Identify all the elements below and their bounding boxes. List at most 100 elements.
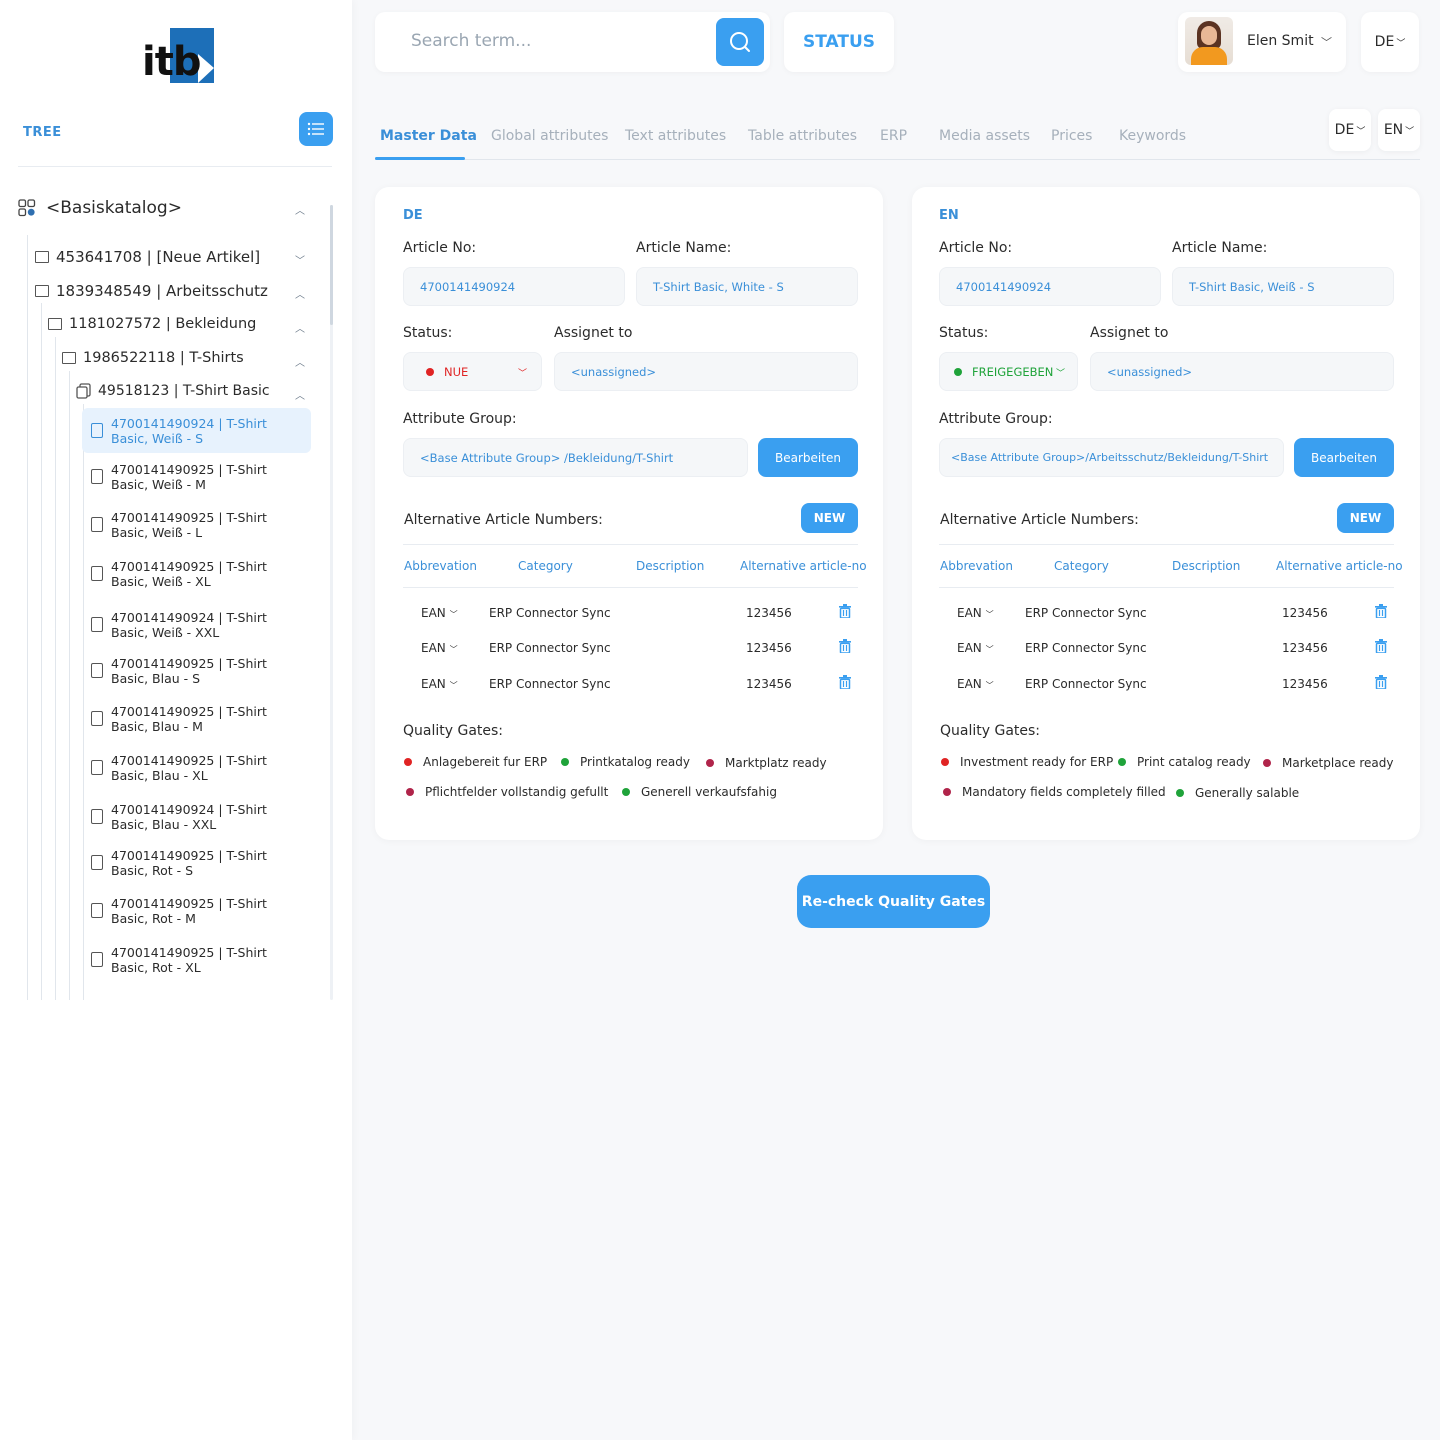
tab-master-data[interactable]: Master Data xyxy=(380,128,477,144)
user-menu[interactable]: Elen Smit ﹀ xyxy=(1178,12,1346,72)
column-header[interactable]: Description xyxy=(636,559,704,573)
status-dot xyxy=(954,367,962,376)
column-header[interactable]: Category xyxy=(518,559,573,573)
tree-leaf-item[interactable]: 4700141490925 | T-Shirt Basic, Blau - XL xyxy=(82,753,311,783)
file-icon xyxy=(91,617,103,632)
tree-root-basiskatalog[interactable]: <Basiskatalog> xyxy=(18,196,308,220)
edit-button[interactable]: Bearbeiten xyxy=(1294,438,1394,477)
tab-media-assets[interactable]: Media assets xyxy=(939,128,1030,144)
tree-node[interactable]: 1839348549 | Arbeitsschutz xyxy=(35,282,268,300)
quality-gate: Printkatalog ready xyxy=(561,755,690,769)
category-cell: ERP Connector Sync xyxy=(489,641,611,655)
tree-scrollbar-thumb[interactable] xyxy=(330,205,333,325)
tree-view-toggle-button[interactable] xyxy=(299,112,333,146)
alt-article-no-cell: 123456 xyxy=(1282,677,1328,691)
search-input[interactable]: Search term... xyxy=(411,31,531,51)
column-header[interactable]: Alternative article-no xyxy=(1276,559,1403,573)
attribute-group-field[interactable]: <Base Attribute Group> /Bekleidung/T-Shi… xyxy=(403,438,748,477)
column-header[interactable]: Description xyxy=(1172,559,1240,573)
trash-icon[interactable] xyxy=(839,604,851,618)
tab-prices[interactable]: Prices xyxy=(1051,128,1092,144)
category-cell: ERP Connector Sync xyxy=(1025,641,1147,655)
abbreviation-select[interactable]: EAN ﹀ xyxy=(421,641,458,655)
tree-leaf-item[interactable]: 4700141490924 | T-Shirt Basic, Weiß - XX… xyxy=(82,610,311,640)
chevron-down-icon[interactable]: ﹀ xyxy=(295,252,305,267)
chevron-up-icon[interactable]: ︿ xyxy=(295,202,305,217)
abbreviation-select[interactable]: EAN ﹀ xyxy=(421,606,458,620)
recheck-quality-gates-button[interactable]: Re-check Quality Gates xyxy=(797,875,990,928)
alt-article-no-cell: 123456 xyxy=(746,677,792,691)
new-button[interactable]: NEW xyxy=(1337,503,1394,533)
tree-leaf-item[interactable]: 4700141490925 | T-Shirt Basic, Weiß - XL xyxy=(82,559,311,589)
column-header[interactable]: Alternative article-no xyxy=(740,559,867,573)
tree-guide-line xyxy=(55,337,56,1000)
language-selector[interactable]: DE ﹀ xyxy=(1361,12,1419,72)
status-button[interactable]: STATUS xyxy=(784,12,894,72)
file-icon xyxy=(91,517,103,532)
attribute-group-field[interactable]: <Base Attribute Group>/Arbeitsschutz/Bek… xyxy=(939,438,1284,477)
gate-status-dot xyxy=(941,758,949,766)
tree-leaf-item[interactable]: 4700141490924 | T-Shirt Basic, Weiß - S xyxy=(82,408,311,453)
trash-icon[interactable] xyxy=(1375,604,1387,618)
article-name-field[interactable]: T-Shirt Basic, White - S xyxy=(636,267,858,306)
new-button[interactable]: NEW xyxy=(801,503,858,533)
tab-table-attributes[interactable]: Table attributes xyxy=(748,128,857,144)
article-name-field[interactable]: T-Shirt Basic, Weiß - S xyxy=(1172,267,1394,306)
abbreviation-select[interactable]: EAN ﹀ xyxy=(957,677,994,691)
tree-root-label: <Basiskatalog> xyxy=(46,198,182,218)
status-select[interactable]: NUE ﹀ xyxy=(403,352,542,391)
status-dot xyxy=(426,367,434,376)
logo-text: itb xyxy=(142,39,201,85)
tree-leaf-item[interactable]: 4700141490925 | T-Shirt Basic, Blau - S xyxy=(82,656,311,686)
quality-gate: Pflichtfelder vollstandig gefullt xyxy=(406,785,608,799)
abbreviation-value: EAN xyxy=(957,677,982,691)
gate-label: Generell verkaufsfahig xyxy=(641,785,777,799)
column-header[interactable]: Abbrevation xyxy=(940,559,1013,573)
language-toggle-en[interactable]: EN ﹀ xyxy=(1378,109,1420,151)
article-no-field[interactable]: 4700141490924 xyxy=(403,267,625,306)
abbreviation-select[interactable]: EAN ﹀ xyxy=(957,606,994,620)
chevron-up-icon[interactable]: ︿ xyxy=(295,286,305,301)
abbreviation-value: EAN xyxy=(957,641,982,655)
tab-text-attributes[interactable]: Text attributes xyxy=(625,128,726,144)
tree-node[interactable]: 1181027572 | Bekleidung xyxy=(48,316,256,332)
trash-icon[interactable] xyxy=(839,675,851,689)
tree-leaf-item[interactable]: 4700141490925 | T-Shirt Basic, Rot - XL xyxy=(82,945,311,975)
tab-erp[interactable]: ERP xyxy=(880,128,907,144)
tree-leaf-item[interactable]: 4700141490925 | T-Shirt Basic, Rot - M xyxy=(82,896,311,926)
status-select[interactable]: FREIGEGEBEN ﹀ xyxy=(939,352,1078,391)
language-toggle-de[interactable]: DE ﹀ xyxy=(1329,109,1371,151)
tree-node[interactable]: 49518123 | T-Shirt Basic xyxy=(76,383,270,399)
edit-button[interactable]: Bearbeiten xyxy=(758,438,858,477)
itb-logo[interactable]: itb xyxy=(142,28,214,86)
tree-leaf-item[interactable]: 4700141490924 | T-Shirt Basic, Blau - XX… xyxy=(82,802,311,832)
tree-leaf-item[interactable]: 4700141490925 | T-Shirt Basic, Rot - S xyxy=(82,848,311,878)
tab-global-attributes[interactable]: Global attributes xyxy=(491,128,608,144)
list-icon xyxy=(307,122,324,136)
trash-icon[interactable] xyxy=(839,639,851,653)
language-label: EN xyxy=(1383,122,1404,138)
column-header[interactable]: Abbrevation xyxy=(404,559,477,573)
trash-icon[interactable] xyxy=(1375,639,1387,653)
tree-node[interactable]: 453641708 | [Neue Artikel] xyxy=(35,248,260,266)
gate-label: Generally salable xyxy=(1195,786,1300,800)
column-header[interactable]: Category xyxy=(1054,559,1109,573)
search-button[interactable] xyxy=(716,18,764,66)
article-no-field[interactable]: 4700141490924 xyxy=(939,267,1161,306)
abbreviation-select[interactable]: EAN ﹀ xyxy=(421,677,458,691)
chevron-up-icon[interactable]: ︿ xyxy=(295,354,305,369)
chevron-up-icon[interactable]: ︿ xyxy=(295,387,305,402)
tree-leaf-item[interactable]: 4700141490925 | T-Shirt Basic, Blau - M xyxy=(82,704,311,734)
user-name: Elen Smit xyxy=(1247,33,1314,49)
leaf-line: 4700141490924 | T-Shirt xyxy=(111,802,267,817)
tree-node[interactable]: 1986522118 | T-Shirts xyxy=(62,350,244,366)
abbreviation-select[interactable]: EAN ﹀ xyxy=(957,641,994,655)
tab-keywords[interactable]: Keywords xyxy=(1119,128,1186,144)
assigned-to-field[interactable]: <unassigned> xyxy=(1090,352,1394,391)
assigned-to-field[interactable]: <unassigned> xyxy=(554,352,858,391)
chevron-up-icon[interactable]: ︿ xyxy=(295,320,305,335)
tree-leaf-item[interactable]: 4700141490925 | T-Shirt Basic, Weiß - M xyxy=(82,462,311,492)
trash-icon[interactable] xyxy=(1375,675,1387,689)
alt-article-no-cell: 123456 xyxy=(746,606,792,620)
tree-leaf-item[interactable]: 4700141490925 | T-Shirt Basic, Weiß - L xyxy=(82,510,311,540)
